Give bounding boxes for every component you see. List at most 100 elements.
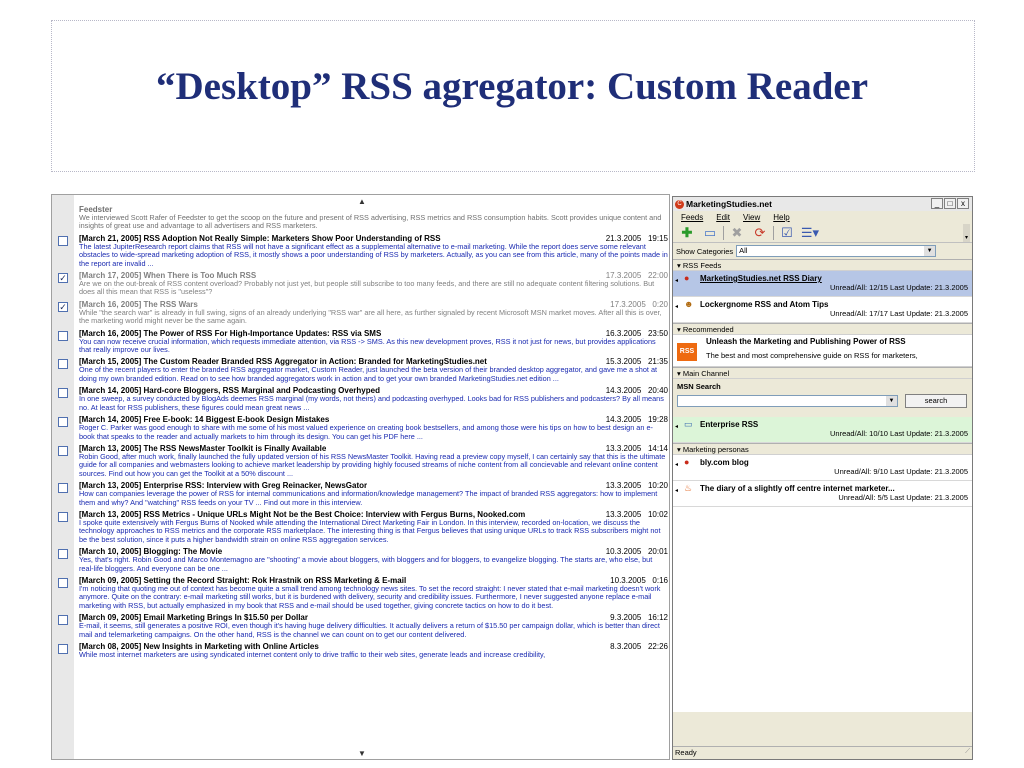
feed-item[interactable]: [March 10, 2005] Blogging: The Movie 10.3… — [52, 547, 669, 573]
item-title[interactable]: [March 14, 2005] Free E-book: 14 Biggest… — [79, 415, 329, 424]
feed-item[interactable]: [March 09, 2005] Email Marketing Brings … — [52, 613, 669, 639]
section-label: Recommended — [682, 325, 734, 334]
menu-view[interactable]: View — [743, 213, 760, 222]
collapse-icon[interactable]: ◂ — [675, 423, 678, 430]
item-header: [March 13, 2005] RSS Metrics - Unique UR… — [79, 510, 668, 519]
feed-row-marketingstudies[interactable]: ◂ ● MarketingStudies.net RSS Diary Unrea… — [673, 271, 972, 297]
menu-feeds[interactable]: Feeds — [681, 213, 703, 222]
read-checkbox[interactable] — [58, 483, 68, 494]
add-feed-icon[interactable]: ✚ — [677, 225, 697, 241]
folder-icon[interactable]: ▭ — [700, 225, 720, 241]
read-checkbox[interactable] — [58, 417, 68, 428]
minimize-button[interactable]: _ — [931, 198, 943, 209]
feed-row-bly[interactable]: ◂ ● bly.com blog Unread/All: 9/10 Last U… — [673, 455, 972, 481]
categories-select[interactable]: All ▼ — [736, 245, 937, 257]
section-recommended[interactable]: ▾ Recommended — [673, 323, 972, 335]
read-checkbox[interactable] — [58, 511, 68, 522]
read-checkbox[interactable] — [58, 359, 68, 370]
item-header: [March 09, 2005] Setting the Record Stra… — [79, 576, 668, 585]
list-options-icon[interactable]: ☰▾ — [800, 225, 820, 241]
feed-item[interactable]: [March 13, 2005] Enterprise RSS: Intervi… — [52, 481, 669, 507]
section-label: Marketing personas — [682, 445, 749, 454]
feed-item[interactable]: Feedster We interviewed Scott Rafer of Fe… — [52, 205, 669, 231]
feed-item[interactable]: [March 14, 2005] Free E-book: 14 Biggest… — [52, 415, 669, 441]
title-bar[interactable]: C MarketingStudies.net _ □ x — [673, 197, 972, 211]
feed-logo-icon: ● — [684, 457, 690, 467]
feed-item[interactable]: [March 09, 2005] Setting the Record Stra… — [52, 576, 669, 610]
feed-item[interactable]: ✓ [March 17, 2005] When There is Too Much… — [52, 271, 669, 297]
feed-item[interactable]: [March 21, 2005] RSS Adoption Not Really… — [52, 234, 669, 268]
section-main-channel[interactable]: ▾ Main Channel — [673, 367, 972, 379]
collapse-icon[interactable]: ◂ — [675, 277, 678, 284]
section-rss-feeds[interactable]: ▾ RSS Feeds — [673, 259, 972, 271]
read-checkbox[interactable] — [58, 235, 68, 246]
read-checkbox[interactable] — [58, 577, 68, 588]
maximize-button[interactable]: □ — [944, 198, 956, 209]
properties-icon[interactable]: ☑ — [777, 225, 797, 241]
feed-row-lockergnome[interactable]: ◂ ☻ Lockergnome RSS and Atom Tips Unread… — [673, 297, 972, 323]
feed-item[interactable]: [March 16, 2005] The Power of RSS For Hi… — [52, 329, 669, 355]
item-title[interactable]: [March 16, 2005] The Power of RSS For Hi… — [79, 329, 381, 338]
section-label: RSS Feeds — [682, 261, 722, 270]
read-checkbox[interactable] — [58, 330, 68, 341]
read-checkbox[interactable] — [58, 644, 68, 654]
resize-grip-icon[interactable]: ⟋ — [965, 746, 970, 758]
toolbar-separator — [723, 226, 724, 240]
feed-item[interactable]: [March 13, 2005] RSS Metrics - Unique UR… — [52, 510, 669, 544]
categories-label: Show Categories — [676, 246, 734, 256]
item-title[interactable]: [March 09, 2005] Email Marketing Brings … — [79, 613, 308, 622]
feed-item[interactable]: [March 15, 2005] The Custom Reader Brand… — [52, 357, 669, 383]
chevron-down-icon[interactable]: ▼ — [886, 396, 897, 406]
read-checkbox[interactable]: ✓ — [58, 301, 68, 312]
feed-item[interactable]: [March 08, 2005] New Insights in Marketi… — [52, 642, 669, 659]
feed-item[interactable]: [March 14, 2005] Hard-core Bloggers, RSS… — [52, 386, 669, 412]
search-button[interactable]: search — [905, 394, 967, 408]
feed-items-pane[interactable]: ▲ Feedster We interviewed Scott Rafer of … — [51, 194, 670, 760]
close-button[interactable]: x — [957, 198, 969, 209]
recommended-item[interactable]: RSS Unleash the Marketing and Publishing… — [673, 335, 972, 367]
section-marketing-personas[interactable]: ▾ Marketing personas — [673, 443, 972, 455]
refresh-icon[interactable]: ⟳ — [750, 225, 770, 241]
chevron-down-icon[interactable]: ▼ — [924, 246, 936, 256]
item-title[interactable]: [March 13, 2005] The RSS NewsMaster Tool… — [79, 444, 326, 453]
item-title[interactable]: [March 09, 2005] Setting the Record Stra… — [79, 576, 406, 585]
item-summary: Yes, that's right. Robin Good and Marco … — [79, 555, 653, 573]
item-header: [March 17, 2005] When There is Too Much … — [79, 271, 668, 280]
item-date: 15.3.2005 21:35 — [605, 357, 668, 367]
app-logo-icon: C — [675, 199, 684, 209]
item-summary: How can companies leverage the power of … — [79, 489, 658, 507]
item-title[interactable]: [March 15, 2005] The Custom Reader Brand… — [79, 357, 487, 366]
feed-row-enterprise[interactable]: ◂ ▭ Enterprise RSS Unread/All: 10/10 Las… — [673, 417, 972, 443]
msn-search-input[interactable]: ▼ — [677, 395, 898, 407]
delete-icon[interactable]: ✖ — [727, 225, 747, 241]
menu-edit[interactable]: Edit — [716, 213, 730, 222]
read-checkbox[interactable] — [58, 388, 68, 399]
item-title[interactable]: [March 10, 2005] Blogging: The Movie — [79, 547, 222, 556]
scroll-down-arrow-icon[interactable]: ▼ — [352, 749, 372, 758]
item-header: [March 13, 2005] Enterprise RSS: Intervi… — [79, 481, 668, 490]
read-checkbox[interactable] — [58, 615, 68, 626]
rss-badge-icon: RSS — [677, 343, 697, 361]
item-title[interactable]: [March 13, 2005] Enterprise RSS: Intervi… — [79, 481, 367, 490]
item-title[interactable]: [March 14, 2005] Hard-core Bloggers, RSS… — [79, 386, 380, 395]
item-title[interactable]: Feedster — [79, 205, 112, 214]
read-checkbox[interactable] — [58, 445, 68, 456]
item-title[interactable]: [March 21, 2005] RSS Adoption Not Really… — [79, 234, 441, 243]
collapse-icon[interactable]: ◂ — [675, 303, 678, 310]
item-title[interactable]: [March 17, 2005] When There is Too Much … — [79, 271, 256, 280]
item-title[interactable]: [March 08, 2005] New Insights in Marketi… — [79, 642, 319, 651]
collapse-icon[interactable]: ◂ — [675, 487, 678, 494]
item-title[interactable]: [March 13, 2005] RSS Metrics - Unique UR… — [79, 510, 525, 519]
menu-bar: Feeds Edit View Help — [673, 211, 972, 224]
item-title[interactable]: [March 16, 2005] The RSS Wars — [79, 300, 198, 309]
item-date: 17.3.2005 0:20 — [610, 299, 668, 309]
feed-row-diary[interactable]: ◂ ♨ The diary of a slightly off centre i… — [673, 481, 972, 507]
read-checkbox[interactable] — [58, 549, 68, 560]
feed-item[interactable]: [March 13, 2005] The RSS NewsMaster Tool… — [52, 444, 669, 478]
collapse-icon[interactable]: ◂ — [675, 461, 678, 468]
menu-help[interactable]: Help — [773, 213, 789, 222]
item-date: 13.3.2005 10:20 — [605, 481, 668, 491]
read-checkbox[interactable]: ✓ — [58, 273, 68, 284]
feed-item[interactable]: ✓ [March 16, 2005] The RSS Wars 17.3.2005 … — [52, 299, 669, 326]
toolbar-grip[interactable]: ▾ — [963, 224, 970, 242]
